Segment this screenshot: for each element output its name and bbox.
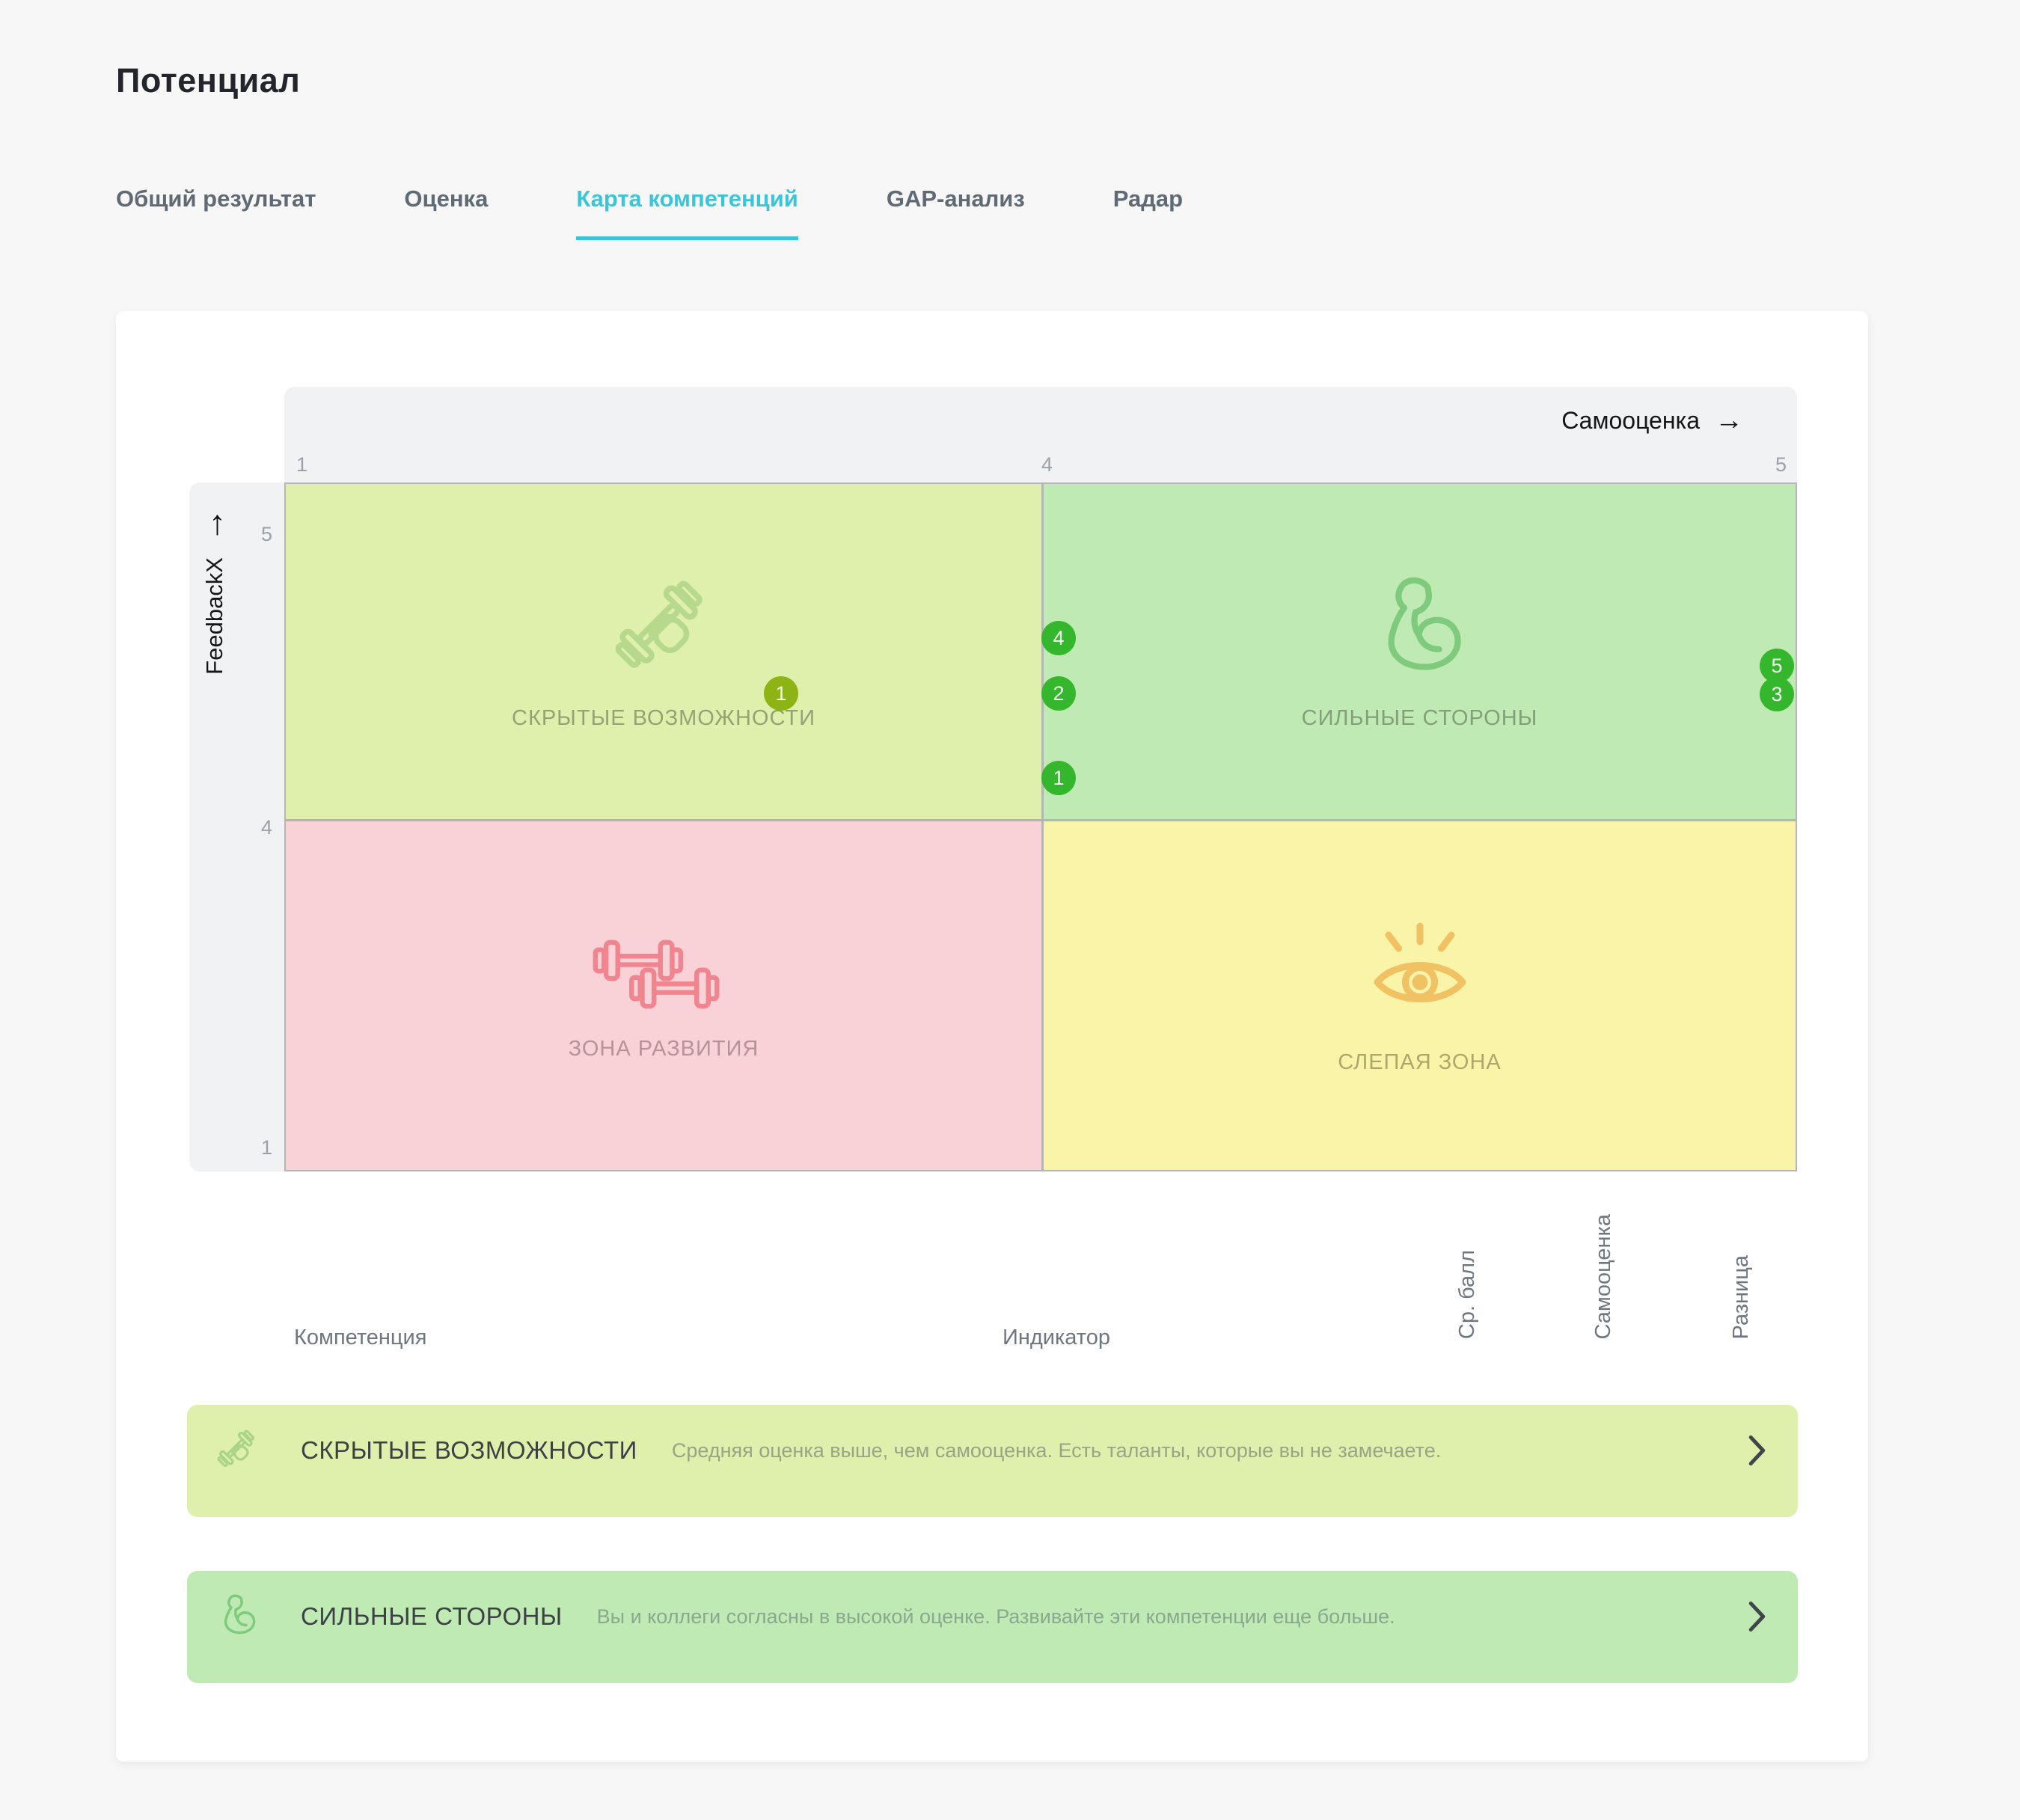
column-header-difference: Разница [1729,1255,1754,1339]
row-hidden-opportunities[interactable]: СКРЫТЫЕ ВОЗМОЖНОСТИ Средняя оценка выше,… [187,1405,1798,1517]
quadrant-hidden-opportunities: СКРЫТЫЕ ВОЗМОЖНОСТИ [286,484,1041,819]
competency-map-card: Самооценка → 1 4 5 ↑ FeedbackX 5 4 1 [116,311,1868,1762]
row-title: СКРЫТЫЕ ВОЗМОЖНОСТИ [301,1436,637,1465]
tab-gap-analysis[interactable]: GAP-анализ [887,186,1025,240]
column-header-competency: Компетенция [294,1326,426,1350]
point-badge-4[interactable]: 4 [1041,621,1076,655]
dumbbells-icon [589,931,738,1016]
row-title: СИЛЬНЫЕ СТОРОНЫ [301,1602,563,1631]
row-indicator-text: Вы и коллеги согласны в высокой оценке. … [597,1605,1395,1628]
x-axis-label-text: Самооценка [1561,407,1700,435]
x-axis-tick-4: 4 [1041,453,1053,477]
y-axis-label: FeedbackX [201,557,228,675]
tab-competency-map[interactable]: Карта компетенций [576,186,798,240]
y-axis-strip: ↑ FeedbackX 5 4 1 [189,482,284,1171]
tab-assessment[interactable]: Оценка [404,186,488,240]
y-axis-tick-4: 4 [261,816,272,839]
page-title: Потенциал [116,61,300,100]
column-header-avg-score: Ср. балл [1455,1250,1480,1339]
x-axis-tick-1: 1 [296,453,307,477]
hand-dumbbell-icon [214,1427,262,1474]
x-axis-label: Самооценка → [1561,406,1743,435]
y-axis-tick-1: 1 [261,1136,272,1159]
y-axis-tick-5: 5 [261,523,272,546]
quadrant-grid: СКРЫТЫЕ ВОЗМОЖНОСТИ СИЛЬНЫЕ СТОРОНЫ [284,482,1797,1171]
tab-overall-result[interactable]: Общий результат [116,186,316,240]
row-strengths[interactable]: СИЛЬНЫЕ СТОРОНЫ Вы и коллеги согласны в … [187,1571,1798,1683]
point-badge-3[interactable]: 3 [1760,677,1794,711]
quadrant-strengths: СИЛЬНЫЕ СТОРОНЫ [1044,484,1796,819]
quadrant-label: СИЛЬНЫЕ СТОРОНЫ [1302,706,1538,731]
bicep-icon [1360,573,1480,685]
x-axis-strip: Самооценка → 1 4 5 [284,387,1797,482]
bicep-icon [214,1593,262,1640]
arrow-right-icon: → [1715,406,1743,435]
quadrant-label: СКРЫТЫЕ ВОЗМОЖНОСТИ [512,706,815,731]
quadrant-development-zone: ЗОНА РАЗВИТИЯ [286,821,1041,1170]
tab-bar: Общий результат Оценка Карта компетенций… [116,186,1183,240]
eye-icon [1360,917,1480,1029]
point-badge-1-hidden[interactable]: 1 [764,676,798,711]
hand-dumbbell-icon [607,573,720,685]
point-badge-2[interactable]: 2 [1041,676,1076,711]
column-header-self-assessment: Самооценка [1591,1214,1616,1339]
x-axis-tick-5: 5 [1775,453,1787,477]
quadrant-label: ЗОНА РАЗВИТИЯ [569,1037,759,1061]
tab-radar[interactable]: Радар [1113,186,1183,240]
quadrant-label: СЛЕПАЯ ЗОНА [1338,1050,1502,1075]
point-badge-1[interactable]: 1 [1041,761,1076,795]
chevron-right-icon[interactable] [1747,1600,1768,1633]
row-indicator-text: Средняя оценка выше, чем самооценка. Ест… [672,1439,1441,1462]
column-header-indicator: Индикатор [1003,1326,1110,1350]
quadrant-blind-zone: СЛЕПАЯ ЗОНА [1044,821,1796,1170]
arrow-up-icon: ↑ [209,505,226,539]
chevron-right-icon[interactable] [1747,1434,1768,1467]
